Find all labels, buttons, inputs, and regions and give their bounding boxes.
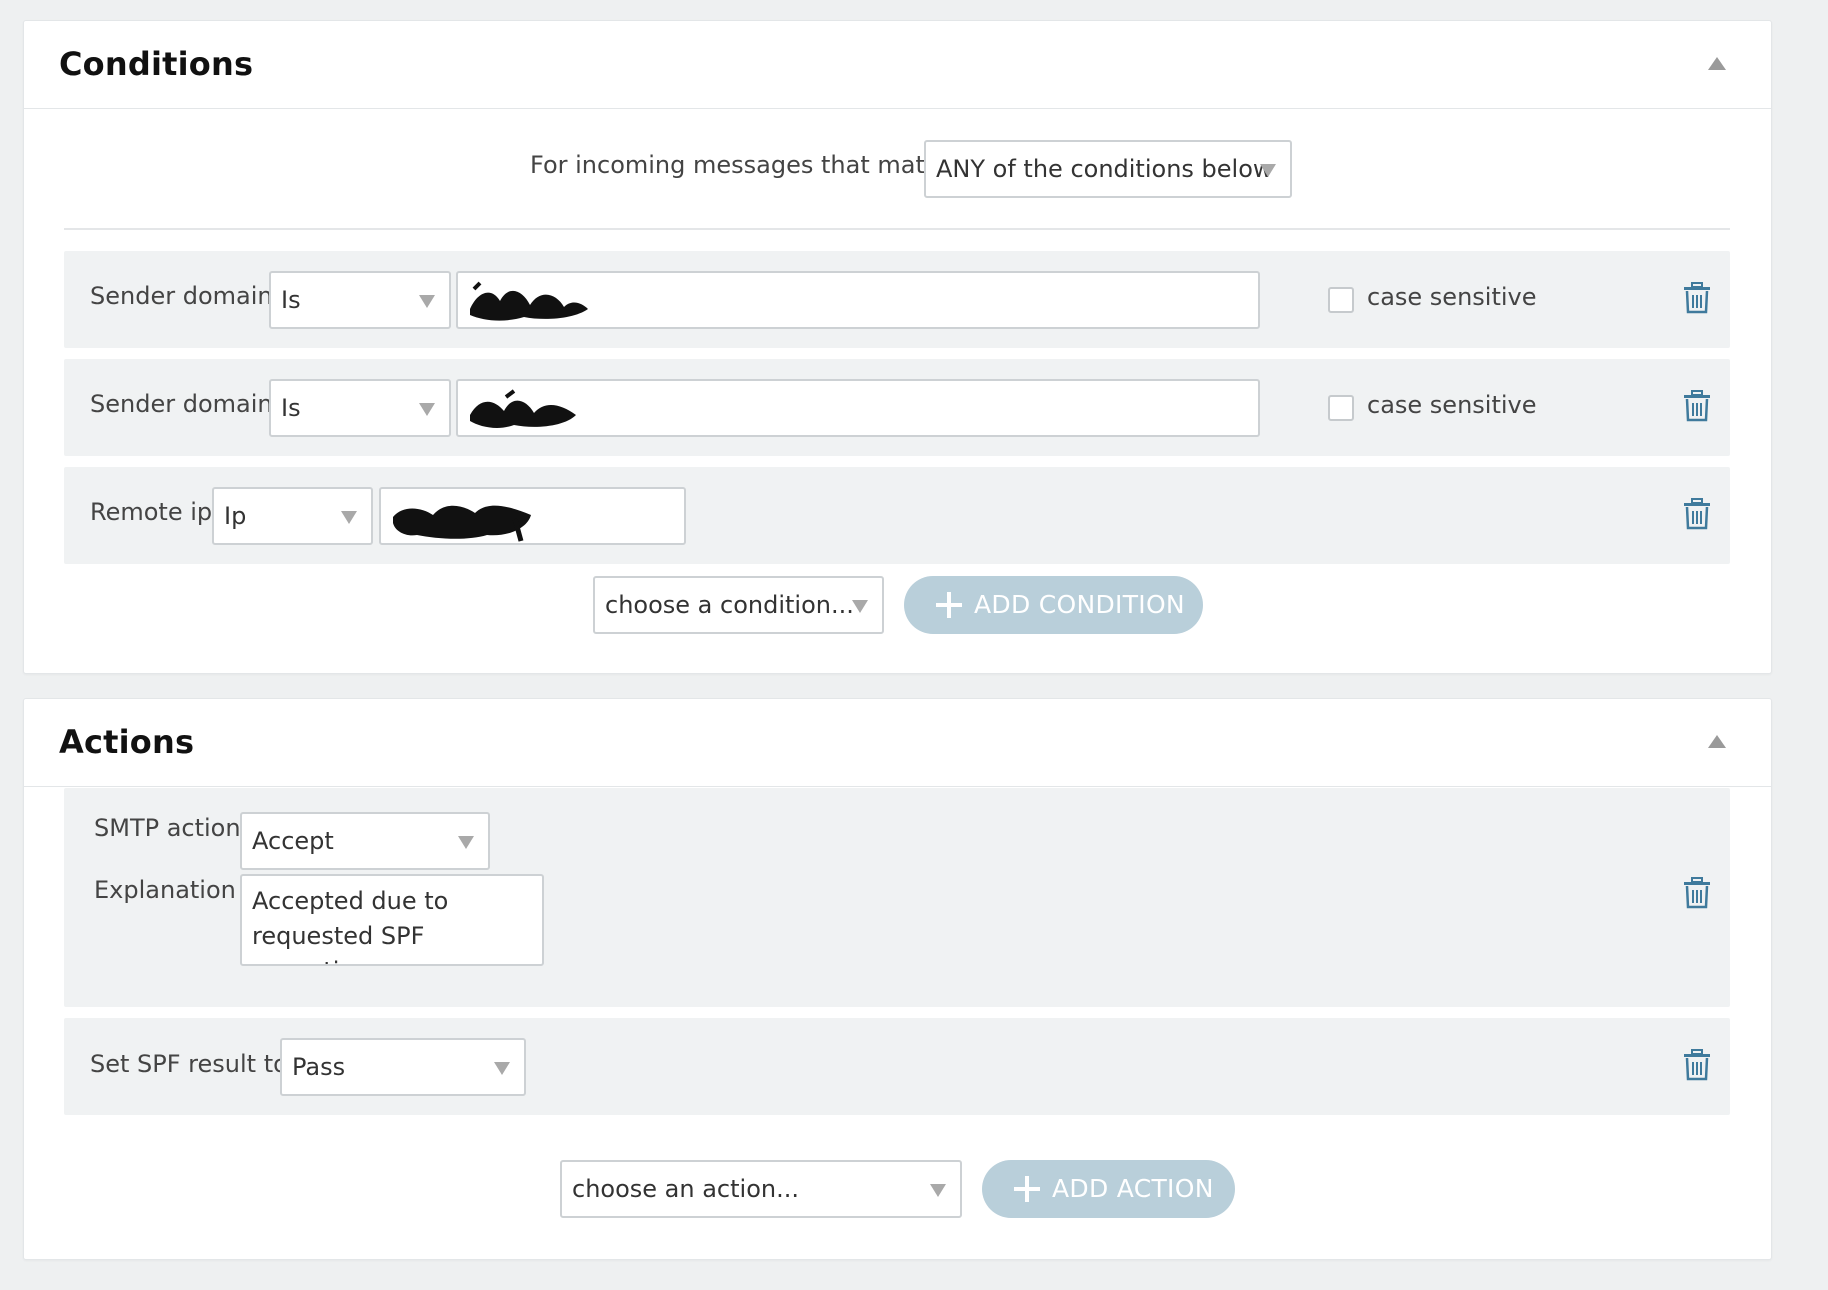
explanation-textarea[interactable]: Accepted due to requested SPF exception: [240, 874, 544, 966]
condition-row: Remote ip Ip: [64, 467, 1730, 564]
trash-icon[interactable]: [1682, 390, 1712, 422]
chevron-down-icon: [419, 295, 435, 308]
operator-select[interactable]: Is: [269, 271, 451, 329]
case-sensitive-checkbox[interactable]: [1328, 395, 1354, 421]
chevron-down-icon: [458, 836, 474, 849]
operator-select-value: Is: [281, 394, 301, 422]
conditions-header[interactable]: Conditions: [24, 21, 1771, 109]
explanation-label: Explanation: [94, 876, 236, 904]
chevron-down-icon: [494, 1062, 510, 1075]
choose-condition-select[interactable]: choose a condition...: [593, 576, 884, 634]
ip-input[interactable]: [379, 487, 686, 545]
condition-row: Sender domain Is case sensitive: [64, 251, 1730, 348]
add-action-label: ADD ACTION: [1052, 1174, 1214, 1203]
conditions-title: Conditions: [59, 45, 254, 83]
conditions-divider: [64, 228, 1730, 230]
spf-result-value: Pass: [292, 1053, 346, 1081]
condition-row: Sender domain Is case sensitive: [64, 359, 1730, 456]
redacted-scribble: [470, 389, 576, 428]
condition-label: Sender domain: [90, 282, 273, 310]
add-condition-label: ADD CONDITION: [974, 590, 1185, 619]
chevron-down-icon: [419, 403, 435, 416]
spf-result-select[interactable]: Pass: [280, 1038, 526, 1096]
domain-input[interactable]: [456, 379, 1260, 437]
collapse-up-icon[interactable]: [1708, 735, 1726, 748]
trash-icon[interactable]: [1682, 282, 1712, 314]
operator-select[interactable]: Ip: [212, 487, 373, 545]
redacted-scribble: [470, 281, 588, 321]
chevron-down-icon: [341, 511, 357, 524]
spf-result-label: Set SPF result to: [90, 1050, 288, 1078]
add-action-button[interactable]: ADD ACTION: [982, 1160, 1235, 1218]
match-label: For incoming messages that match: [530, 151, 954, 179]
choose-condition-value: choose a condition...: [605, 591, 854, 619]
trash-icon[interactable]: [1682, 1049, 1712, 1081]
actions-panel: Actions SMTP action Accept Explanation A…: [23, 698, 1772, 1260]
trash-icon[interactable]: [1682, 877, 1712, 909]
smtp-action-value: Accept: [252, 827, 334, 855]
actions-title: Actions: [59, 723, 195, 761]
plus-icon: [936, 592, 962, 618]
collapse-up-icon[interactable]: [1708, 57, 1726, 70]
match-select-value: ANY of the conditions below: [936, 155, 1273, 183]
action-row: Set SPF result to Pass: [64, 1018, 1730, 1115]
operator-select[interactable]: Is: [269, 379, 451, 437]
condition-label: Sender domain: [90, 390, 273, 418]
redacted-scribble: [393, 505, 531, 542]
operator-select-value: Is: [281, 286, 301, 314]
chevron-down-icon: [852, 600, 868, 613]
add-condition-button[interactable]: ADD CONDITION: [904, 576, 1203, 634]
case-sensitive-label[interactable]: case sensitive: [1367, 391, 1537, 419]
condition-label: Remote ip: [90, 498, 213, 526]
choose-action-select[interactable]: choose an action...: [560, 1160, 962, 1218]
conditions-panel: Conditions For incoming messages that ma…: [23, 20, 1772, 674]
smtp-action-label: SMTP action: [94, 814, 241, 842]
chevron-down-icon: [930, 1184, 946, 1197]
smtp-action-select[interactable]: Accept: [240, 812, 490, 870]
chevron-down-icon: [1260, 164, 1276, 177]
match-select[interactable]: ANY of the conditions below: [924, 140, 1292, 198]
operator-select-value: Ip: [224, 502, 247, 530]
action-row: SMTP action Accept Explanation Accepted …: [64, 788, 1730, 1007]
plus-icon: [1014, 1176, 1040, 1202]
explanation-text: Accepted due to requested SPF exception: [252, 887, 449, 964]
case-sensitive-label[interactable]: case sensitive: [1367, 283, 1537, 311]
choose-action-value: choose an action...: [572, 1175, 799, 1203]
domain-input[interactable]: [456, 271, 1260, 329]
trash-icon[interactable]: [1682, 498, 1712, 530]
actions-header[interactable]: Actions: [24, 699, 1771, 787]
case-sensitive-checkbox[interactable]: [1328, 287, 1354, 313]
